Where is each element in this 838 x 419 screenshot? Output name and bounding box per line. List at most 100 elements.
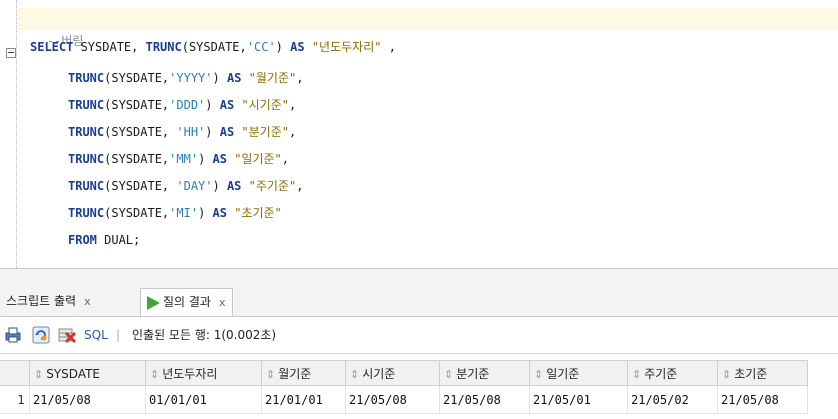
fetch-status: 인출된 모든 행: 1(0.002초) [132,328,277,342]
sql-keyword: AS [226,71,242,85]
code-line[interactable]: TRUNC(SYSDATE,'MM') AS "일기준", [68,148,289,170]
sql-text: , [381,40,396,54]
sql-alias: "주기준" [248,179,297,193]
sql-text: , [289,98,297,112]
column-header[interactable]: ⇕ 일기준 [530,360,628,386]
close-icon[interactable]: x [219,296,226,309]
close-icon[interactable]: x [84,295,91,308]
sql-text: ) [275,40,291,54]
code-line[interactable]: TRUNC(SYSDATE,'DDD') AS "시기준", [68,94,296,116]
sql-text: DUAL; [96,233,141,247]
sort-icon[interactable]: ⇕ [34,368,43,381]
column-header-label: 분기준 [456,367,490,381]
sql-text: ) [212,179,227,193]
panel-splitter[interactable] [0,268,838,285]
column-header[interactable]: ⇕ 초기준 [718,360,808,386]
sql-text: ) [205,125,220,139]
sort-icon[interactable]: ⇕ [632,368,641,381]
sql-text: SYSDATE, [73,40,146,54]
sql-text: (SYSDATE, [181,40,247,54]
sql-string: 'HH' [176,125,206,139]
sql-text: (SYSDATE, [104,125,177,139]
tab-query-result[interactable]: 질의 결과 x [140,288,233,316]
sql-string: 'YYYY' [169,71,213,85]
sort-icon[interactable]: ⇕ [266,368,275,381]
tab-script-output-label: 스크립트 출력 [6,294,77,308]
sort-icon[interactable]: ⇕ [350,368,359,381]
table-cell[interactable]: 21/01/01 [262,386,346,414]
column-header[interactable]: ⇕ 분기준 [440,360,530,386]
sort-icon[interactable]: ⇕ [722,368,731,381]
sql-button[interactable]: SQL [84,317,108,353]
table-cell[interactable]: 21/05/08 [440,386,530,414]
table-cell[interactable]: 21/05/08 [346,386,440,414]
result-grid: ⇕ SYSDATE ⇕ 년도두자리 ⇕ 월기준 ⇕ 시기준 ⇕ 분기준 ⇕ 일기준 ⇕ 주기준 ⇕ 초기준 1 2… [0,360,838,419]
column-header[interactable]: ⇕ 시기준 [346,360,440,386]
sql-alias: "일기준" [234,152,282,166]
sql-text: , [296,71,304,85]
column-header-label: SYSDATE [46,367,101,381]
tab-script-output[interactable]: 스크립트 출력 x [0,288,97,314]
sql-string: 'MI' [169,206,199,220]
sql-keyword: FROM [68,233,97,247]
table-cell[interactable]: 01/01/01 [146,386,262,414]
sql-text: (SYSDATE, [104,71,170,85]
table-cell[interactable]: 21/05/08 [30,386,146,414]
sql-function: TRUNC [68,125,105,139]
sql-alias: "년도두자리" [311,40,382,54]
sql-alias: "시기준" [241,98,289,112]
row-number-header[interactable] [0,360,30,386]
sql-text: (SYSDATE, [104,152,170,166]
sql-function: TRUNC [68,71,105,85]
table-cell[interactable]: 21/05/08 [718,386,808,414]
sql-alias: "월기준" [248,71,297,85]
sql-text: ) [212,71,227,85]
column-header[interactable]: ⇕ 월기준 [262,360,346,386]
code-line[interactable]: TRUNC(SYSDATE,'MI') AS "초기준" [68,202,282,224]
sql-keyword: AS [219,125,235,139]
sql-function: TRUNC [68,98,105,112]
column-header-label: 일기준 [546,367,580,381]
comment-line[interactable]: --버림 [18,8,838,48]
code-line[interactable]: SELECT SYSDATE, TRUNC(SYSDATE,'CC') AS "… [30,36,396,58]
toolbar-divider: | [116,328,121,342]
sort-icon[interactable]: ⇕ [534,368,543,381]
sql-alias: "초기준" [234,206,282,220]
sql-text: (SYSDATE, [104,206,170,220]
row-number[interactable]: 1 [0,386,30,414]
code-line[interactable]: TRUNC(SYSDATE, 'DAY') AS "주기준", [68,175,303,197]
sql-editor[interactable]: --버림 SELECT SYSDATE, TRUNC(SYSDATE,'CC')… [0,0,838,268]
sql-text: (SYSDATE, [104,98,170,112]
table-cell[interactable]: 21/05/02 [628,386,718,414]
sql-alias: "분기준" [241,125,289,139]
code-line[interactable]: FROM DUAL; [68,229,140,251]
refresh-icon[interactable] [32,326,50,344]
sql-text: (SYSDATE, [104,179,177,193]
column-header[interactable]: ⇕ 주기준 [628,360,718,386]
sql-text: ) [205,98,220,112]
table-cell[interactable]: 21/05/01 [530,386,628,414]
output-tabs: 스크립트 출력 x 질의 결과 x [0,284,838,317]
sql-string: 'DDD' [169,98,206,112]
fold-toggle-icon[interactable] [6,48,16,58]
cancel-fetch-icon[interactable] [58,326,76,344]
sql-text: , [296,179,304,193]
tab-query-result-label: 질의 결과 [163,295,211,309]
column-header[interactable]: ⇕ 년도두자리 [146,360,262,386]
column-header[interactable]: ⇕ SYSDATE [30,360,146,386]
column-header-label: 년도두자리 [162,367,218,381]
print-icon[interactable] [4,326,22,344]
sql-keyword: AS [212,152,227,166]
sql-keyword: AS [219,98,235,112]
column-header-label: 월기준 [278,367,312,381]
code-line[interactable]: TRUNC(SYSDATE, 'HH') AS "분기준", [68,121,296,143]
sql-string: 'DAY' [176,179,213,193]
sort-icon[interactable]: ⇕ [444,368,453,381]
sql-keyword: AS [212,206,227,220]
sql-text: , [281,152,290,166]
code-line[interactable]: TRUNC(SYSDATE,'YYYY') AS "월기준", [68,67,303,89]
sql-string: 'MM' [169,152,199,166]
sort-icon[interactable]: ⇕ [150,368,159,381]
sql-function: TRUNC [145,40,182,54]
